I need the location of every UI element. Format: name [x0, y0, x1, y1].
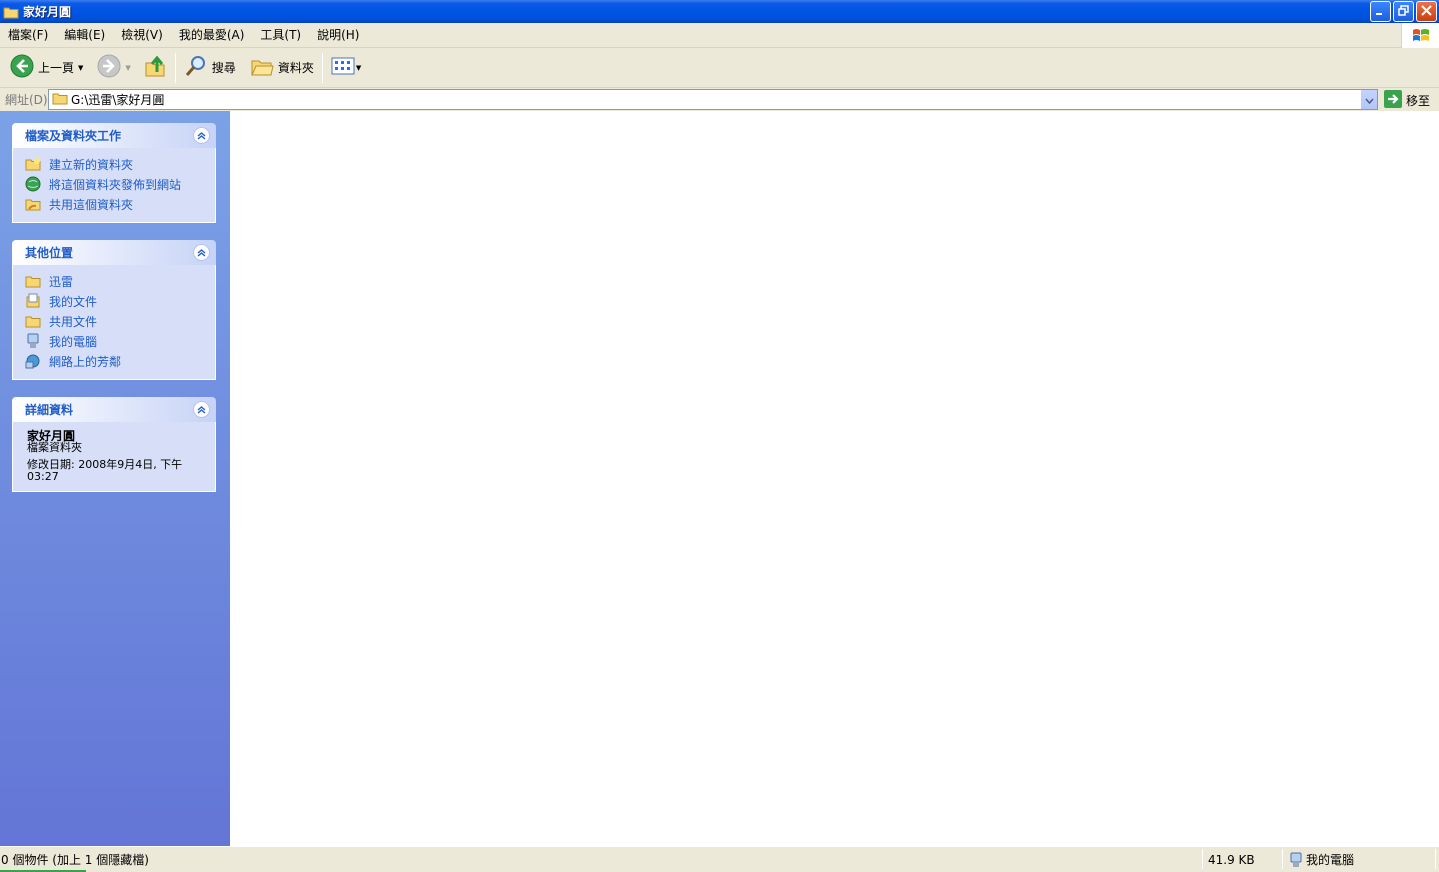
- place-my-documents[interactable]: 我的文件: [25, 291, 215, 311]
- file-list-area[interactable]: [230, 111, 1439, 846]
- panel-title: 檔案及資料夾工作: [25, 129, 122, 143]
- search-icon: [184, 54, 208, 81]
- folder-icon: [3, 5, 19, 19]
- menu-help[interactable]: 說明(H): [309, 23, 367, 48]
- panel-header[interactable]: 詳細資料: [12, 397, 216, 422]
- task-label: 共用這個資料夾: [49, 197, 134, 212]
- details-panel: 詳細資料 家好月圓 檔案資料夾 修改日期: 2008年9月4日, 下午 03:2…: [12, 397, 216, 492]
- title-bar[interactable]: 家好月圓: [0, 0, 1439, 23]
- my-documents-icon: [25, 293, 41, 309]
- menu-file[interactable]: 檔案(F): [0, 23, 56, 48]
- restore-icon: [1398, 4, 1409, 19]
- place-label: 我的電腦: [49, 334, 98, 349]
- minimize-button[interactable]: [1370, 1, 1391, 22]
- panel-title: 其他位置: [25, 246, 74, 260]
- other-places-panel: 其他位置 迅雷 我的文件 共用文件 我的電腦 網路上的芳鄰: [12, 240, 216, 380]
- folders-label: 資料夾: [277, 61, 314, 75]
- back-arrow-icon: [10, 54, 34, 81]
- shared-folder-icon: [25, 313, 41, 329]
- task-share-folder[interactable]: 共用這個資料夾: [25, 194, 215, 214]
- panel-title: 詳細資料: [25, 403, 74, 417]
- details-type: 檔案資料夾: [27, 441, 82, 454]
- up-folder-button[interactable]: [139, 51, 171, 85]
- place-shared-documents[interactable]: 共用文件: [25, 311, 215, 331]
- panel-header[interactable]: 檔案及資料夾工作: [12, 123, 216, 148]
- collapse-icon[interactable]: [193, 244, 210, 261]
- forward-dropdown-icon[interactable]: ▼: [125, 64, 130, 72]
- go-arrow-icon: [1384, 90, 1402, 111]
- task-label: 建立新的資料夾: [49, 157, 134, 172]
- address-bar: 網址(D) G:\迅雷\家好月圓 移至: [0, 88, 1439, 111]
- folder-icon: [25, 273, 41, 289]
- search-label: 搜尋: [211, 61, 236, 75]
- windows-logo-icon: [1401, 23, 1439, 48]
- place-label: 迅雷: [49, 274, 74, 289]
- file-folder-tasks-panel: 檔案及資料夾工作 建立新的資料夾 將這個資料夾發佈到網站 共用這個資料夾: [12, 123, 216, 223]
- address-input[interactable]: G:\迅雷\家好月圓: [48, 89, 1378, 110]
- my-computer-icon: [25, 333, 41, 349]
- task-new-folder[interactable]: 建立新的資料夾: [25, 154, 215, 174]
- place-label: 共用文件: [49, 314, 98, 329]
- chevron-down-icon: [1364, 93, 1374, 107]
- minimize-icon: [1375, 5, 1386, 19]
- toolbar-separator: [321, 52, 323, 83]
- task-label: 將這個資料夾發佈到網站: [49, 177, 182, 192]
- folder-icon: [52, 91, 68, 108]
- status-location-label: 我的電腦: [1306, 853, 1355, 867]
- back-button[interactable]: 上一頁 ▼: [6, 51, 87, 85]
- up-folder-icon: [143, 54, 167, 81]
- place-network[interactable]: 網路上的芳鄰: [25, 351, 215, 371]
- toolbar: 上一頁 ▼ ▼ 搜尋 資料夾 ▼: [0, 48, 1439, 88]
- place-my-computer[interactable]: 我的電腦: [25, 331, 215, 351]
- address-value: G:\迅雷\家好月圓: [71, 93, 165, 107]
- menu-edit[interactable]: 編輯(E): [56, 23, 113, 48]
- search-button[interactable]: 搜尋: [180, 51, 240, 85]
- menu-bar: 檔案(F) 編輯(E) 檢視(V) 我的最愛(A) 工具(T) 說明(H): [0, 23, 1439, 48]
- status-objects: 0 個物件 (加上 1 個隱藏檔): [1, 853, 149, 867]
- panel-header[interactable]: 其他位置: [12, 240, 216, 265]
- details-modified-time: 03:27: [27, 470, 59, 483]
- share-folder-icon: [25, 196, 41, 212]
- task-pane: 檔案及資料夾工作 建立新的資料夾 將這個資料夾發佈到網站 共用這個資料夾 其他位…: [0, 111, 230, 846]
- status-location: 我的電腦: [1289, 850, 1354, 870]
- back-dropdown-icon[interactable]: ▼: [78, 64, 83, 72]
- folders-icon: [250, 54, 274, 81]
- close-button[interactable]: [1416, 1, 1437, 22]
- status-bar: 0 個物件 (加上 1 個隱藏檔) 41.9 KB 我的電腦: [0, 846, 1439, 872]
- place-label: 網路上的芳鄰: [49, 354, 122, 369]
- menu-tools[interactable]: 工具(T): [252, 23, 309, 48]
- place-label: 我的文件: [49, 294, 98, 309]
- back-label: 上一頁: [38, 61, 75, 75]
- network-places-icon: [25, 353, 41, 369]
- address-label: 網址(D): [5, 93, 48, 107]
- collapse-icon[interactable]: [193, 401, 210, 418]
- toolbar-separator: [174, 52, 176, 83]
- publish-web-icon: [25, 176, 41, 192]
- menu-view[interactable]: 檢視(V): [113, 23, 171, 48]
- new-folder-icon: [25, 156, 41, 172]
- address-dropdown-button[interactable]: [1360, 90, 1377, 109]
- window-title: 家好月圓: [23, 5, 72, 19]
- place-xunlei[interactable]: 迅雷: [25, 271, 215, 291]
- menu-favorites[interactable]: 我的最愛(A): [171, 23, 253, 48]
- status-size: 41.9 KB: [1208, 853, 1255, 867]
- forward-arrow-icon: [97, 54, 121, 81]
- restore-button[interactable]: [1393, 1, 1414, 22]
- close-icon: [1421, 4, 1432, 19]
- folders-button[interactable]: 資料夾: [246, 51, 318, 85]
- my-computer-icon: [1289, 852, 1303, 868]
- views-dropdown-icon[interactable]: ▼: [356, 64, 361, 72]
- forward-button[interactable]: ▼: [93, 51, 134, 85]
- go-button[interactable]: 移至: [1384, 90, 1430, 111]
- task-publish-web[interactable]: 將這個資料夾發佈到網站: [25, 174, 215, 194]
- views-button[interactable]: ▼: [327, 51, 365, 85]
- collapse-icon[interactable]: [193, 127, 210, 144]
- views-icon: [331, 56, 355, 79]
- go-label: 移至: [1406, 94, 1431, 108]
